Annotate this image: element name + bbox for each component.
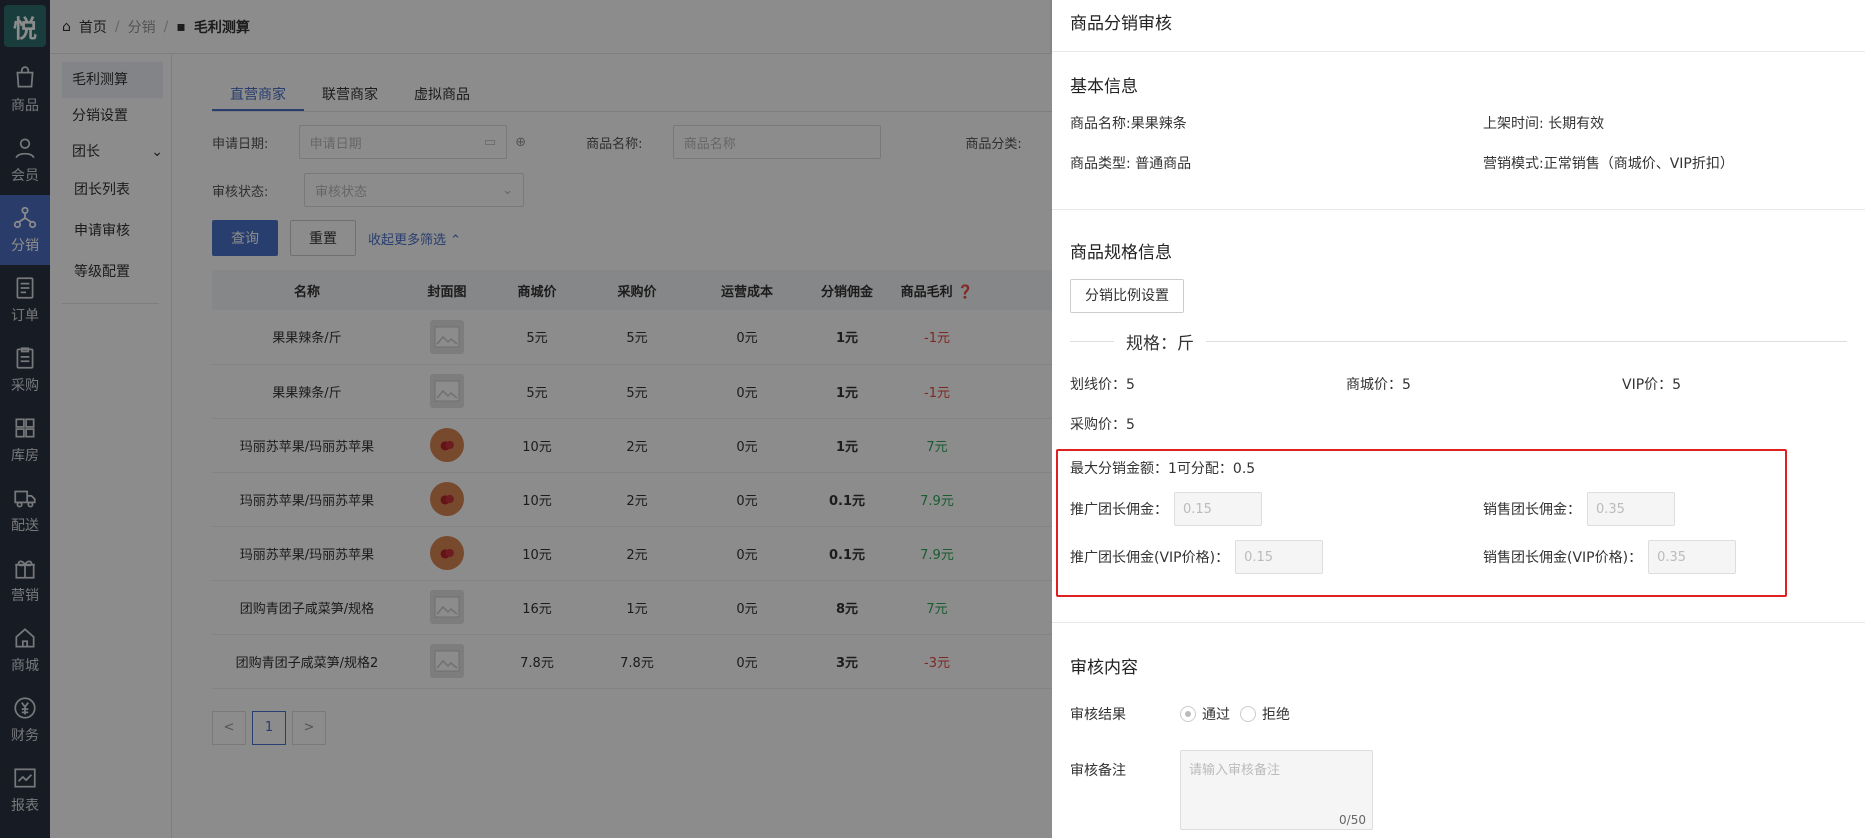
goods-name-value: 果果辣条 bbox=[1130, 116, 1187, 132]
sales-vip-commission-row: 销售团长佣金(VIP价格)： 0.35 bbox=[1483, 540, 1737, 574]
review-remark-input[interactable]: 请输入审核备注 0/50 bbox=[1180, 750, 1373, 830]
char-counter: 0/50 bbox=[1339, 813, 1366, 827]
promo-commission-row: 推广团长佣金： 0.15 bbox=[1070, 492, 1262, 526]
price-grid: 划线价：5 商城价：5 VIP价：5 采购价：5 bbox=[1070, 374, 1847, 434]
line-price: 划线价：5 bbox=[1070, 377, 1135, 393]
divider bbox=[1206, 341, 1847, 342]
review-result-row: 审核结果 通过 拒绝 bbox=[1070, 704, 1847, 724]
spec-title-text: 规格：斤 bbox=[1126, 334, 1194, 354]
divider bbox=[1070, 341, 1114, 342]
max-amount-text: 最大分销金额：1可分配：0.5 bbox=[1070, 458, 1255, 478]
vip-price: VIP价：5 bbox=[1622, 377, 1682, 393]
review-result-label: 审核结果 bbox=[1070, 707, 1126, 723]
reject-radio[interactable]: 拒绝 bbox=[1240, 704, 1290, 724]
reject-label: 拒绝 bbox=[1262, 707, 1290, 723]
spec-section: 商品规格信息 分销比例设置 规格：斤 划线价：5 商城价：5 VIP价：5 采购… bbox=[1052, 238, 1865, 434]
basic-info-section: 基本信息 商品名称:果果辣条 上架时间: 长期有效 商品类型: 普通商品 营销模… bbox=[1052, 72, 1865, 173]
radio-circle bbox=[1180, 706, 1196, 722]
spec-heading: 商品规格信息 bbox=[1070, 243, 1172, 263]
sales-vip-commission-input[interactable]: 0.35 bbox=[1648, 540, 1737, 574]
marketing-mode-label: 营销模式: bbox=[1483, 156, 1544, 172]
sales-commission-label: 销售团长佣金： bbox=[1483, 502, 1581, 518]
promo-vip-commission-label: 推广团长佣金(VIP价格)： bbox=[1070, 550, 1230, 566]
review-section: 审核内容 审核结果 通过 拒绝 审核备注 请输入审核备注 0/50 bbox=[1052, 653, 1865, 830]
sales-commission-input[interactable]: 0.35 bbox=[1587, 492, 1675, 526]
goods-name-label: 商品名称: bbox=[1070, 116, 1131, 132]
review-remark-label: 审核备注 bbox=[1070, 763, 1126, 779]
promo-commission-label: 推广团长佣金： bbox=[1070, 502, 1168, 518]
mall-price: 商城价：5 bbox=[1346, 377, 1411, 393]
sales-vip-commission-label: 销售团长佣金(VIP价格)： bbox=[1483, 550, 1643, 566]
promo-vip-commission-row: 推广团长佣金(VIP价格)： 0.15 bbox=[1070, 540, 1324, 574]
divider bbox=[1052, 209, 1865, 210]
goods-type-row: 商品类型: 普通商品 bbox=[1070, 153, 1483, 173]
shelf-time-value: 长期有效 bbox=[1548, 116, 1605, 132]
sales-commission-row: 销售团长佣金： 0.35 bbox=[1483, 492, 1675, 526]
purchase-price: 采购价：5 bbox=[1070, 417, 1135, 433]
shelf-time-row: 上架时间: 长期有效 bbox=[1483, 113, 1865, 133]
modal-overlay[interactable] bbox=[0, 0, 1052, 838]
review-drawer: 商品分销审核 基本信息 商品名称:果果辣条 上架时间: 长期有效 商品类型: 普… bbox=[1052, 0, 1865, 838]
drawer-title: 商品分销审核 bbox=[1052, 0, 1865, 52]
goods-type-value: 普通商品 bbox=[1135, 156, 1192, 172]
radio-circle bbox=[1240, 706, 1256, 722]
marketing-mode-value: 正常销售（商城价、VIP折扣） bbox=[1543, 156, 1734, 172]
promo-commission-input[interactable]: 0.15 bbox=[1174, 492, 1262, 526]
shelf-time-label: 上架时间: bbox=[1483, 116, 1544, 132]
pass-radio[interactable]: 通过 bbox=[1180, 704, 1230, 724]
max-amount-label: 最大分销金额：1可分配：0.5 bbox=[1070, 461, 1256, 477]
goods-type-label: 商品类型: bbox=[1070, 156, 1131, 172]
review-remark-placeholder: 请输入审核备注 bbox=[1189, 763, 1281, 778]
pass-label: 通过 bbox=[1202, 707, 1230, 723]
ratio-setting-button[interactable]: 分销比例设置 bbox=[1070, 279, 1184, 313]
marketing-mode-row: 营销模式:正常销售（商城价、VIP折扣） bbox=[1483, 153, 1865, 173]
review-remark-row: 审核备注 请输入审核备注 0/50 bbox=[1070, 750, 1847, 830]
basic-info-grid: 商品名称:果果辣条 上架时间: 长期有效 商品类型: 普通商品 营销模式:正常销… bbox=[1070, 113, 1847, 173]
promo-vip-commission-input[interactable]: 0.15 bbox=[1235, 540, 1324, 574]
basic-info-heading: 基本信息 bbox=[1070, 77, 1138, 97]
divider bbox=[1052, 622, 1865, 623]
spec-title: 规格：斤 bbox=[1070, 329, 1847, 354]
review-heading: 审核内容 bbox=[1070, 658, 1138, 678]
goods-name-row: 商品名称:果果辣条 bbox=[1070, 113, 1483, 133]
